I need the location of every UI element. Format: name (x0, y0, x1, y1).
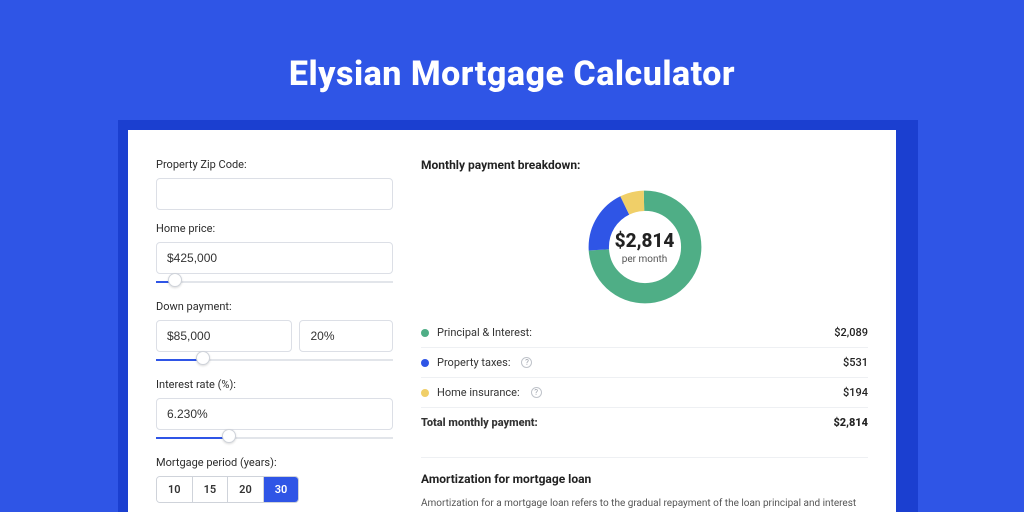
zip-input[interactable] (156, 178, 393, 210)
legend-val-taxes: $531 (843, 356, 868, 369)
legend-label-total: Total monthly payment: (421, 416, 538, 429)
period-tab-10[interactable]: 10 (157, 477, 192, 502)
form-panel: Property Zip Code: Home price: Down paym… (156, 158, 393, 512)
amortization-title: Amortization for mortgage loan (421, 472, 868, 486)
period-tab-30[interactable]: 30 (263, 477, 299, 502)
price-slider-knob[interactable] (168, 273, 182, 287)
donut-chart: $2,814 per month (584, 186, 706, 308)
rate-slider-knob[interactable] (222, 429, 236, 443)
dot-taxes (421, 359, 429, 367)
help-icon[interactable]: ? (521, 357, 532, 368)
rate-input[interactable] (156, 398, 393, 430)
zip-label: Property Zip Code: (156, 158, 393, 171)
down-label: Down payment: (156, 300, 393, 313)
dot-insurance (421, 389, 429, 397)
donut-amount: $2,814 (615, 229, 675, 252)
legend-label-insurance: Home insurance: (437, 386, 520, 399)
rate-label: Interest rate (%): (156, 378, 393, 391)
legend-row-total: Total monthly payment: $2,814 (421, 408, 868, 437)
donut-sub: per month (622, 254, 668, 265)
legend-row-insurance: Home insurance: ? $194 (421, 378, 868, 408)
legend-label-taxes: Property taxes: (437, 356, 510, 369)
legend-row-principal: Principal & Interest: $2,089 (421, 318, 868, 348)
rate-slider[interactable] (156, 434, 393, 444)
period-tabs: 10 15 20 30 (156, 476, 299, 503)
breakdown-panel: Monthly payment breakdown: $2,814 per mo… (421, 158, 868, 512)
period-label: Mortgage period (years): (156, 456, 393, 469)
breakdown-title: Monthly payment breakdown: (421, 158, 868, 172)
amortization-section: Amortization for mortgage loan Amortizat… (421, 457, 868, 512)
page-title: Elysian Mortgage Calculator (0, 0, 1024, 94)
legend-val-principal: $2,089 (834, 326, 868, 339)
down-slider[interactable] (156, 356, 393, 366)
amortization-body: Amortization for a mortgage loan refers … (421, 496, 868, 512)
legend-label-principal: Principal & Interest: (437, 326, 532, 339)
period-tab-15[interactable]: 15 (192, 477, 228, 502)
legend: Principal & Interest: $2,089 Property ta… (421, 318, 868, 437)
price-slider[interactable] (156, 278, 393, 288)
down-percent-input[interactable] (299, 320, 393, 352)
period-tab-20[interactable]: 20 (227, 477, 263, 502)
rate-slider-fill (156, 437, 229, 439)
legend-row-taxes: Property taxes: ? $531 (421, 348, 868, 378)
legend-val-total: $2,814 (833, 416, 868, 429)
help-icon[interactable]: ? (531, 387, 542, 398)
down-amount-input[interactable] (156, 320, 292, 352)
calculator-card: Property Zip Code: Home price: Down paym… (128, 130, 896, 512)
price-label: Home price: (156, 222, 393, 235)
legend-val-insurance: $194 (843, 386, 868, 399)
down-slider-knob[interactable] (196, 351, 210, 365)
dot-principal (421, 329, 429, 337)
price-input[interactable] (156, 242, 393, 274)
